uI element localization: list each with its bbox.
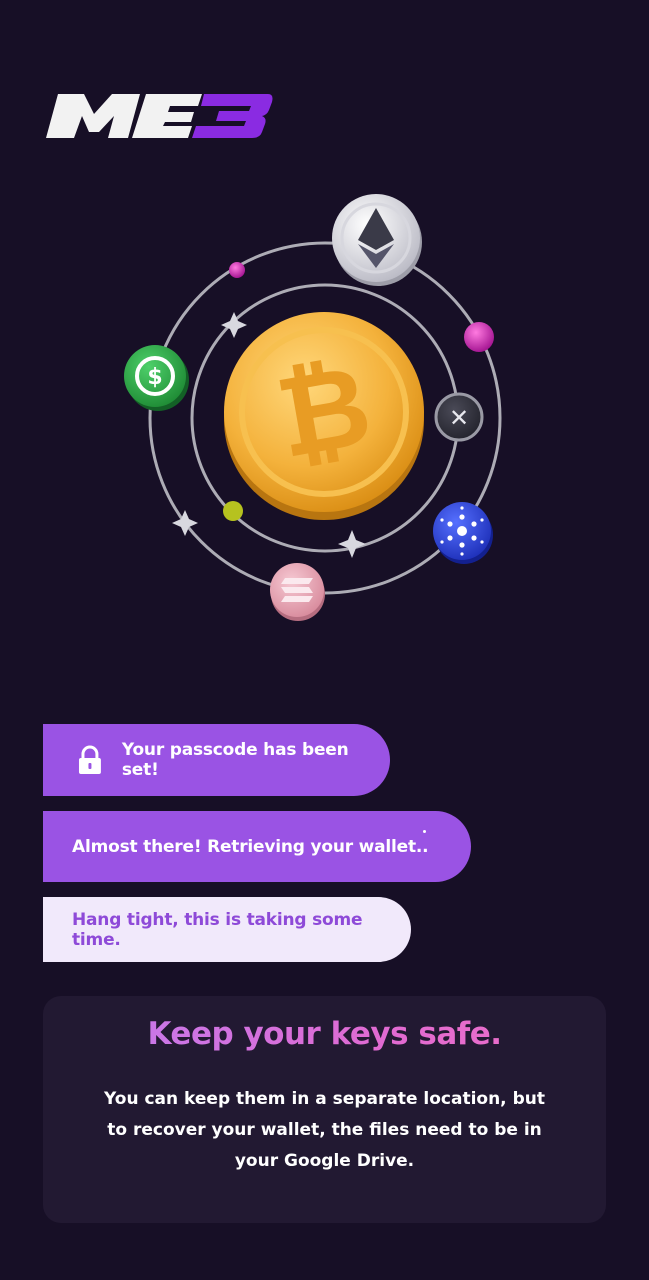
- usdc-coin-icon: $: [124, 345, 189, 411]
- retrieving-wallet-text: Almost there! Retrieving your wallet..: [72, 836, 429, 857]
- hang-tight-message: Hang tight, this is taking some time.: [43, 897, 411, 962]
- keys-safe-card: Keep your keys safe. You can keep them i…: [43, 996, 606, 1223]
- solana-coin-icon: [270, 563, 325, 621]
- lock-icon: [78, 745, 101, 774]
- xrp-coin-icon: ✕: [434, 392, 484, 442]
- bitcoin-coin-icon: ₿: [224, 312, 424, 520]
- card-title: Keep your keys safe.: [43, 1016, 606, 1052]
- retrieving-wallet-message: Almost there! Retrieving your wallet..: [43, 811, 471, 882]
- crypto-orbit-illustration: ₿ $ ✕: [124, 194, 502, 621]
- ethereum-coin-icon: [332, 194, 422, 286]
- svg-text:$: $: [147, 365, 162, 390]
- me3-logo: [46, 94, 273, 138]
- passcode-set-message: Your passcode has been set!: [43, 724, 390, 796]
- passcode-set-text: Your passcode has been set!: [121, 740, 349, 780]
- svg-text:✕: ✕: [449, 404, 469, 432]
- cardano-coin-icon: [433, 502, 493, 564]
- loading-dot: [423, 830, 426, 833]
- hang-tight-text: Hang tight, this is taking some time.: [72, 909, 363, 950]
- card-body-text: You can keep them in a separate location…: [104, 1089, 545, 1171]
